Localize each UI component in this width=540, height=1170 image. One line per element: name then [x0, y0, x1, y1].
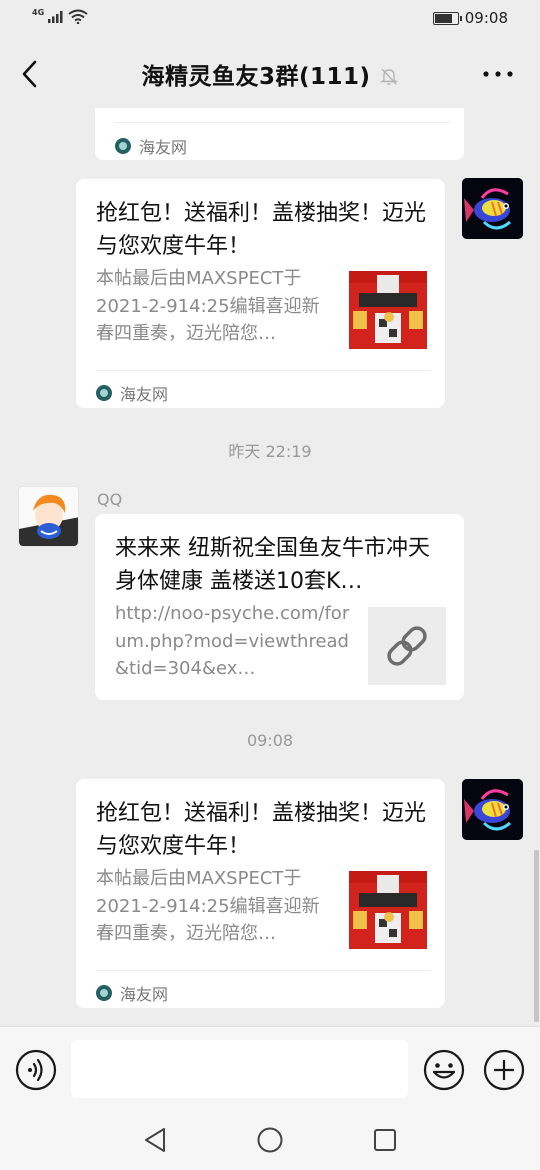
- link-card-maxspect-1[interactable]: 抢红包！送福利！盖楼抽奖！迈光与您欢度牛年！ 本帖最后由MAXSPECT于202…: [76, 179, 445, 408]
- chat-header: 海精灵鱼友3群(111): [0, 40, 540, 108]
- signal-indicators: 4G: [32, 7, 88, 24]
- bell-off-icon: [379, 68, 398, 85]
- card-divider: [115, 122, 450, 123]
- card-thumbnail: [349, 871, 427, 949]
- group-name: 海精灵鱼友3群(111): [141, 64, 371, 90]
- link-card-maxspect-2[interactable]: 抢红包！送福利！盖楼抽奖！迈光与您欢度牛年！ 本帖最后由MAXSPECT于202…: [76, 779, 445, 1008]
- status-bar: 4G 09:08: [0, 0, 540, 38]
- timestamp: 昨天 22:19: [228, 442, 312, 461]
- my-avatar[interactable]: [462, 178, 523, 239]
- red-envelope-image-icon: [349, 871, 427, 949]
- message-input[interactable]: [71, 1040, 408, 1098]
- battery-icon: [432, 11, 462, 25]
- card-description: http://noo-psyche.com/forum.php?mod=view…: [115, 603, 350, 679]
- link-card-partial[interactable]: 海友网: [95, 108, 464, 160]
- battery-level: [434, 13, 452, 23]
- signal-icon: [48, 11, 63, 23]
- square-recent-icon[interactable]: [372, 1127, 398, 1153]
- more-dots-icon[interactable]: [482, 66, 514, 82]
- card-divider: [96, 970, 431, 971]
- haiyouwang-logo-icon: [96, 385, 112, 401]
- card-thumbnail: [349, 271, 427, 349]
- emoji-icon[interactable]: [423, 1049, 465, 1091]
- card-title: 来来来 纽斯祝全国鱼友牛市冲天 身体健康 盖楼送10套K…: [115, 536, 430, 594]
- card-source-label: 海友网: [120, 985, 169, 1004]
- page-title: 海精灵鱼友3群(111): [0, 57, 540, 91]
- card-source: 海友网: [96, 381, 168, 405]
- card-source: 海友网: [96, 981, 168, 1005]
- network-type: 4G: [32, 7, 45, 17]
- card-divider: [96, 370, 431, 371]
- card-source-label: 海友网: [120, 385, 169, 404]
- wifi-icon: [68, 9, 88, 24]
- card-source-label: 海友网: [139, 138, 188, 157]
- message-list[interactable]: 海友网 抢红包！送福利！盖楼抽奖！迈光与您欢度牛年！ 本帖最后由MAXSPECT…: [0, 108, 540, 1026]
- card-source: 海友网: [115, 134, 187, 158]
- voice-icon[interactable]: [15, 1049, 57, 1091]
- card-description: 本帖最后由MAXSPECT于2021-2-914:25编辑喜迎新春四重奏，迈光陪…: [96, 268, 320, 344]
- card-link-thumbnail: [368, 607, 446, 685]
- timestamp: 09:08: [246, 731, 294, 750]
- link-card-newsphere[interactable]: 来来来 纽斯祝全国鱼友牛市冲天 身体健康 盖楼送10套K… http://noo…: [95, 514, 464, 700]
- haiyouwang-logo-icon: [115, 138, 131, 154]
- scrollbar[interactable]: [534, 850, 539, 1022]
- link-icon: [387, 626, 427, 666]
- sender-name: QQ: [97, 490, 123, 509]
- status-time: 09:08: [464, 9, 508, 27]
- card-title: 抢红包！送福利！盖楼抽奖！迈光与您欢度牛年！: [96, 201, 427, 259]
- red-envelope-image-icon: [349, 271, 427, 349]
- input-bar: [0, 1026, 540, 1108]
- cartoon-avatar-image-icon: [19, 487, 78, 546]
- fish-avatar-image-icon: [462, 779, 523, 840]
- circle-home-icon[interactable]: [256, 1126, 284, 1154]
- triangle-back-icon[interactable]: [142, 1126, 168, 1154]
- fish-avatar-image-icon: [462, 178, 523, 239]
- plus-icon[interactable]: [483, 1049, 525, 1091]
- card-description: 本帖最后由MAXSPECT于2021-2-914:25编辑喜迎新春四重奏，迈光陪…: [96, 868, 320, 944]
- system-nav-bar: [0, 1108, 540, 1170]
- sender-avatar-qq[interactable]: [18, 486, 79, 547]
- haiyouwang-logo-icon: [96, 985, 112, 1001]
- card-title: 抢红包！送福利！盖楼抽奖！迈光与您欢度牛年！: [96, 801, 427, 859]
- my-avatar[interactable]: [462, 779, 523, 840]
